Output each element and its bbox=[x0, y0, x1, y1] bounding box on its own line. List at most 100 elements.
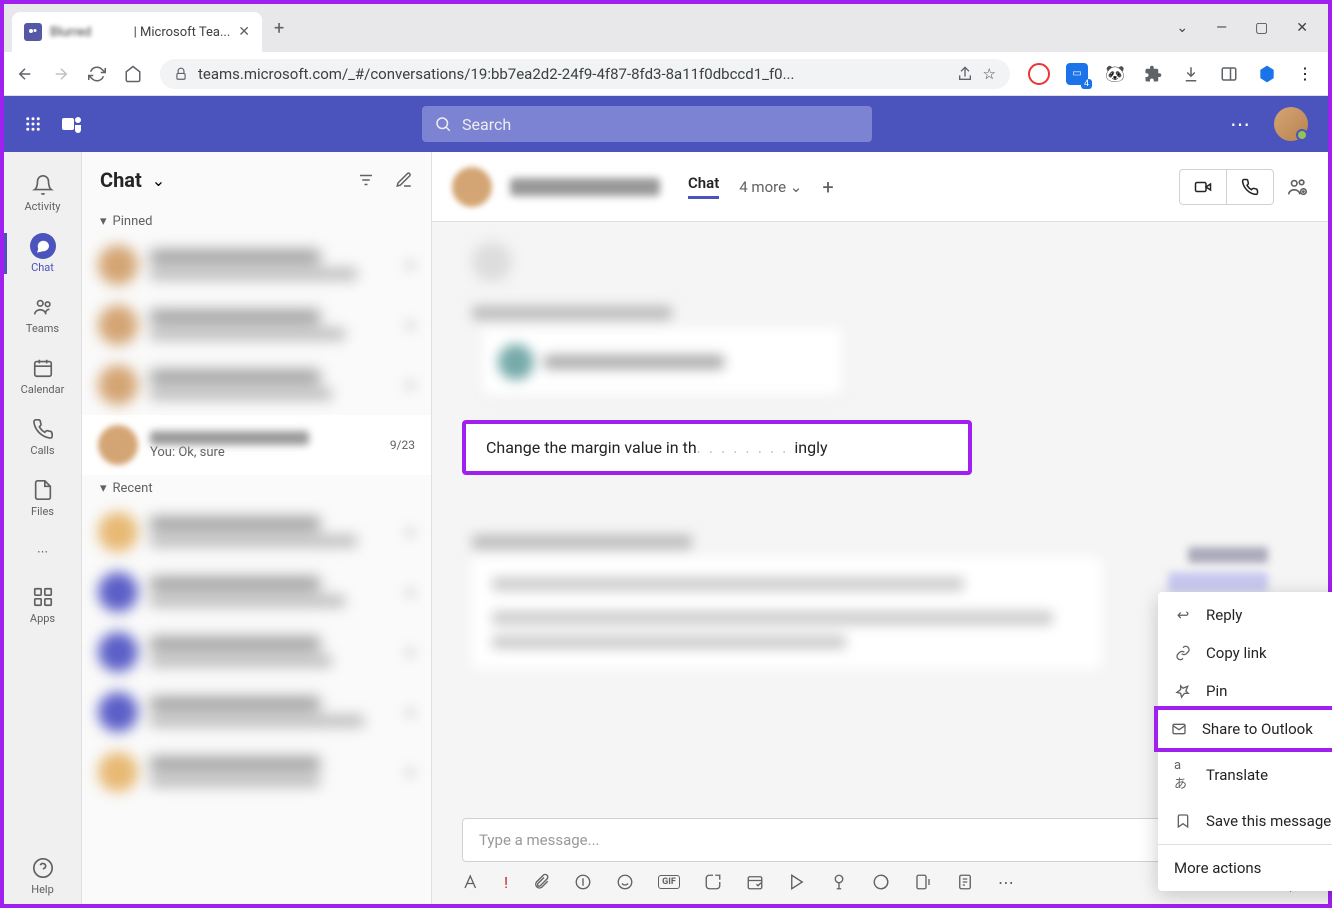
extensions-puzzle-icon[interactable] bbox=[1142, 63, 1164, 85]
chat-item[interactable]: ● bbox=[82, 622, 431, 682]
extension-panda-icon[interactable]: 🐼 bbox=[1104, 63, 1126, 85]
minimize-icon[interactable]: — bbox=[1216, 20, 1227, 36]
new-chat-icon[interactable] bbox=[395, 171, 413, 189]
filter-icon[interactable] bbox=[357, 171, 375, 189]
chevron-down-icon[interactable]: ⌄ bbox=[152, 171, 165, 190]
chat-item[interactable]: ● bbox=[82, 682, 431, 742]
rail-help[interactable]: Help bbox=[4, 847, 81, 904]
chat-item[interactable]: ● bbox=[82, 742, 431, 802]
ctx-label: Translate bbox=[1206, 766, 1268, 784]
chat-item[interactable]: ● bbox=[82, 295, 431, 355]
new-tab-button[interactable]: + bbox=[274, 18, 284, 39]
tab-close-icon[interactable]: ✕ bbox=[238, 24, 250, 40]
browser-tab[interactable]: Blurred | Microsoft Tea... ✕ bbox=[12, 12, 262, 52]
rail-label: Apps bbox=[30, 612, 55, 625]
close-window-icon[interactable]: ✕ bbox=[1296, 20, 1308, 36]
audio-call-button[interactable] bbox=[1227, 170, 1273, 204]
search-field[interactable]: Search bbox=[422, 106, 872, 142]
ctx-share-outlook[interactable]: Share to Outlook bbox=[1154, 706, 1332, 752]
share-icon[interactable] bbox=[957, 66, 973, 82]
section-title: Pinned bbox=[113, 214, 153, 229]
gif-icon[interactable]: GIF bbox=[658, 875, 680, 889]
more-apps-icon[interactable]: ⋯ bbox=[998, 873, 1014, 892]
bookmark-icon bbox=[1174, 813, 1192, 829]
rail-calls[interactable]: Calls bbox=[4, 408, 81, 465]
translate-icon: aあ bbox=[1174, 758, 1192, 792]
chat-item[interactable]: ● bbox=[82, 562, 431, 622]
rail-activity[interactable]: Activity bbox=[4, 164, 81, 221]
viva-icon[interactable] bbox=[872, 873, 890, 891]
bookmark-star-icon[interactable]: ☆ bbox=[983, 65, 996, 83]
polls-icon[interactable] bbox=[956, 873, 974, 891]
attach-icon[interactable] bbox=[532, 873, 550, 891]
settings-more-icon[interactable]: ⋯ bbox=[1230, 112, 1250, 136]
presence-indicator-icon bbox=[1296, 129, 1308, 141]
sticker-icon[interactable] bbox=[704, 873, 722, 891]
extension-adblock-icon[interactable] bbox=[1028, 63, 1050, 85]
rail-label: Chat bbox=[31, 261, 54, 274]
back-icon[interactable] bbox=[16, 65, 34, 83]
rail-chat[interactable]: Chat bbox=[4, 225, 81, 282]
extension-tabs-icon[interactable]: ▭4 bbox=[1066, 63, 1088, 85]
conversation-title bbox=[510, 178, 660, 196]
chat-item[interactable]: ● bbox=[82, 502, 431, 562]
recent-section[interactable]: ▾ Recent bbox=[82, 475, 431, 502]
ctx-pin[interactable]: Pin bbox=[1158, 672, 1332, 710]
home-icon[interactable] bbox=[124, 65, 142, 83]
rail-apps[interactable]: Apps bbox=[4, 576, 81, 633]
rail-calendar[interactable]: Calendar bbox=[4, 347, 81, 404]
priority-icon[interactable]: ! bbox=[504, 873, 508, 892]
chat-item[interactable]: ● bbox=[82, 355, 431, 415]
rail-label: Files bbox=[31, 505, 54, 518]
tab-more[interactable]: 4 more ⌄ bbox=[739, 178, 802, 196]
ctx-translate[interactable]: aあ Translate bbox=[1158, 748, 1332, 802]
reload-icon[interactable] bbox=[88, 65, 106, 83]
tab-title-blurred: Blurred bbox=[50, 25, 126, 40]
add-people-icon[interactable] bbox=[1286, 176, 1308, 198]
apps-grid-icon bbox=[30, 584, 56, 610]
ctx-copy-link[interactable]: Copy link bbox=[1158, 634, 1332, 672]
ctx-label: Share to Outlook bbox=[1202, 720, 1313, 738]
highlighted-message[interactable]: Change the margin value in th........ing… bbox=[462, 420, 972, 475]
ctx-label: Copy link bbox=[1206, 644, 1267, 662]
ctx-label: Pin bbox=[1206, 682, 1227, 700]
menu-separator bbox=[1158, 844, 1332, 845]
rail-teams[interactable]: Teams bbox=[4, 286, 81, 343]
browser-menu-icon[interactable]: ⋮ bbox=[1294, 63, 1316, 85]
chevron-down-icon[interactable]: ⌄ bbox=[1176, 20, 1188, 36]
ctx-save-message[interactable]: Save this message bbox=[1158, 802, 1332, 840]
sidepanel-icon[interactable] bbox=[1218, 63, 1240, 85]
chat-item-selected[interactable]: You: Ok, sure 9/23 bbox=[82, 415, 431, 475]
teams-logo-icon[interactable] bbox=[60, 112, 84, 136]
schedule-icon[interactable] bbox=[746, 873, 764, 891]
loop-icon[interactable] bbox=[574, 873, 592, 891]
add-tab-icon[interactable]: + bbox=[822, 175, 833, 199]
video-call-button[interactable] bbox=[1180, 170, 1227, 204]
emoji-icon[interactable] bbox=[616, 873, 634, 891]
format-icon[interactable] bbox=[462, 873, 480, 891]
ctx-reply[interactable]: ↩ Reply bbox=[1158, 596, 1332, 634]
teams-top-bar: Search ⋯ bbox=[4, 96, 1328, 152]
tab-chat[interactable]: Chat bbox=[688, 174, 719, 199]
extension-hex-icon[interactable] bbox=[1256, 63, 1278, 85]
phone-icon bbox=[30, 416, 56, 442]
pinned-section[interactable]: ▾ Pinned bbox=[82, 208, 431, 235]
rail-files[interactable]: Files bbox=[4, 469, 81, 526]
rail-more[interactable]: ⋯ bbox=[4, 530, 81, 572]
stream-icon[interactable] bbox=[788, 873, 806, 891]
rail-label: Teams bbox=[26, 322, 59, 335]
app-launcher-icon[interactable] bbox=[24, 115, 42, 133]
chat-item[interactable]: ● bbox=[82, 235, 431, 295]
link-icon bbox=[1174, 645, 1192, 661]
search-placeholder: Search bbox=[462, 115, 511, 134]
user-avatar[interactable] bbox=[1274, 107, 1308, 141]
maximize-icon[interactable]: ▢ bbox=[1255, 20, 1268, 36]
calendar-icon bbox=[30, 355, 56, 381]
conversation-header: Chat 4 more ⌄ + bbox=[432, 152, 1328, 222]
url-field[interactable]: teams.microsoft.com/_#/conversations/19:… bbox=[160, 59, 1010, 89]
downloads-icon[interactable] bbox=[1180, 63, 1202, 85]
approval-icon[interactable] bbox=[830, 873, 848, 891]
ctx-more-actions[interactable]: More actions › bbox=[1158, 849, 1332, 887]
clip-icon[interactable] bbox=[914, 873, 932, 891]
browser-address-bar: teams.microsoft.com/_#/conversations/19:… bbox=[4, 52, 1328, 96]
